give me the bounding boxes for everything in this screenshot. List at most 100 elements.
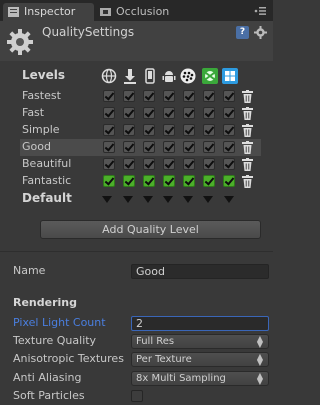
platform-checkbox[interactable] xyxy=(123,141,135,153)
platform-checkbox[interactable] xyxy=(143,158,155,170)
platform-checkbox[interactable] xyxy=(223,90,235,102)
tab-menu-icon[interactable] xyxy=(253,6,267,16)
occlusion-icon xyxy=(100,8,111,16)
levels-title: Levels xyxy=(22,68,66,82)
platform-checkbox[interactable] xyxy=(143,90,155,102)
anisotropic-textures-dropdown[interactable]: Per Texture ▲ ▼ xyxy=(131,352,269,367)
platform-checkbox[interactable] xyxy=(163,124,175,136)
quality-level-row[interactable]: Beautiful xyxy=(20,156,261,173)
platform-checkbox[interactable] xyxy=(123,124,135,136)
platform-checkbox[interactable] xyxy=(183,158,195,170)
platform-checkbox[interactable] xyxy=(163,107,175,119)
platform-checkbox[interactable] xyxy=(143,175,155,187)
quality-level-name: Fast xyxy=(22,106,45,119)
texture-quality-dropdown[interactable]: Full Res ▲ ▼ xyxy=(131,334,269,349)
platform-checkbox[interactable] xyxy=(203,141,215,153)
help-icon[interactable]: ? xyxy=(236,26,249,39)
name-field[interactable]: Good xyxy=(131,264,269,279)
quality-level-row[interactable]: Good xyxy=(20,139,261,156)
platform-checkbox[interactable] xyxy=(163,141,175,153)
anisotropic-textures-value: Per Texture xyxy=(136,354,192,365)
delete-trash-icon[interactable] xyxy=(242,90,253,103)
platform-checkbox[interactable] xyxy=(203,107,215,119)
platform-checkbox[interactable] xyxy=(123,90,135,102)
platform-checkbox[interactable] xyxy=(183,141,195,153)
platform-checkbox[interactable] xyxy=(123,175,135,187)
platform-checkbox[interactable] xyxy=(203,90,215,102)
windows-store-icon xyxy=(222,68,238,84)
default-arrow-standalone[interactable] xyxy=(123,196,133,203)
platform-checkbox[interactable] xyxy=(203,175,215,187)
tab-occlusion[interactable]: Occlusion xyxy=(95,3,177,21)
platform-checkbox[interactable] xyxy=(183,124,195,136)
platform-checkbox[interactable] xyxy=(163,175,175,187)
platform-checkbox[interactable] xyxy=(223,107,235,119)
default-arrow-iphone[interactable] xyxy=(143,196,153,203)
platform-checkbox[interactable] xyxy=(203,124,215,136)
platform-checkbox[interactable] xyxy=(143,107,155,119)
platform-checkbox[interactable] xyxy=(103,107,115,119)
platform-checkbox[interactable] xyxy=(103,90,115,102)
platform-checkbox[interactable] xyxy=(203,158,215,170)
web-icon xyxy=(101,68,117,84)
quality-level-row[interactable]: Fastest xyxy=(20,88,261,105)
component-title: QualitySettings xyxy=(42,25,135,39)
platform-checkbox[interactable] xyxy=(163,158,175,170)
tab-inspector[interactable]: Inspector xyxy=(3,3,94,21)
platform-checkbox[interactable] xyxy=(223,158,235,170)
iphone-icon xyxy=(145,68,155,84)
default-arrow-windows-store[interactable] xyxy=(224,196,234,203)
android-icon xyxy=(162,71,176,82)
platform-checkbox[interactable] xyxy=(103,124,115,136)
default-arrow-xbox[interactable] xyxy=(203,196,213,203)
quality-level-name: Good xyxy=(22,140,51,153)
quality-level-row[interactable]: Fantastic xyxy=(20,173,261,190)
platform-checkbox[interactable] xyxy=(123,158,135,170)
platform-checkbox[interactable] xyxy=(223,141,235,153)
soft-particles-checkbox[interactable] xyxy=(131,390,143,402)
name-label: Name xyxy=(13,264,46,277)
gear-icon xyxy=(7,29,33,55)
default-arrow-blackberry[interactable] xyxy=(183,196,193,203)
quality-level-name: Simple xyxy=(22,123,60,136)
inspector-header xyxy=(0,21,273,61)
pixel-light-count-field[interactable]: 2 xyxy=(131,316,269,331)
rendering-section-title: Rendering xyxy=(13,296,77,309)
quality-level-name: Fastest xyxy=(22,89,61,102)
default-label: Default xyxy=(22,191,72,205)
delete-trash-icon[interactable] xyxy=(242,141,253,154)
pixel-light-count-label: Pixel Light Count xyxy=(13,316,106,329)
delete-trash-icon[interactable] xyxy=(242,175,253,188)
blackberry-icon xyxy=(180,68,196,84)
platform-checkbox[interactable] xyxy=(103,158,115,170)
platform-checkbox[interactable] xyxy=(223,175,235,187)
platform-checkbox[interactable] xyxy=(103,175,115,187)
add-quality-level-button[interactable]: Add Quality Level xyxy=(40,220,261,239)
anti-aliasing-label: Anti Aliasing xyxy=(13,371,82,384)
soft-particles-label: Soft Particles xyxy=(13,389,85,402)
quality-level-name: Fantastic xyxy=(22,174,72,187)
platform-checkbox[interactable] xyxy=(143,124,155,136)
platform-checkbox[interactable] xyxy=(183,175,195,187)
default-arrow-android[interactable] xyxy=(163,196,173,203)
delete-trash-icon[interactable] xyxy=(242,158,253,171)
divider xyxy=(0,251,273,252)
xbox-icon xyxy=(202,68,218,84)
platform-checkbox[interactable] xyxy=(183,90,195,102)
delete-trash-icon[interactable] xyxy=(242,107,253,120)
platform-checkbox[interactable] xyxy=(123,107,135,119)
platform-checkbox[interactable] xyxy=(103,141,115,153)
anisotropic-textures-label: Anisotropic Textures xyxy=(13,352,124,365)
platform-checkbox[interactable] xyxy=(163,90,175,102)
settings-gear-icon[interactable] xyxy=(254,26,267,39)
texture-quality-value: Full Res xyxy=(136,336,175,347)
anti-aliasing-dropdown[interactable]: 8x Multi Sampling ▲ ▼ xyxy=(131,371,269,386)
inspector-icon xyxy=(8,7,19,17)
default-arrow-web[interactable] xyxy=(102,196,112,203)
platform-checkbox[interactable] xyxy=(143,141,155,153)
quality-level-row[interactable]: Fast xyxy=(20,105,261,122)
platform-checkbox[interactable] xyxy=(223,124,235,136)
platform-checkbox[interactable] xyxy=(183,107,195,119)
quality-level-row[interactable]: Simple xyxy=(20,122,261,139)
delete-trash-icon[interactable] xyxy=(242,124,253,137)
